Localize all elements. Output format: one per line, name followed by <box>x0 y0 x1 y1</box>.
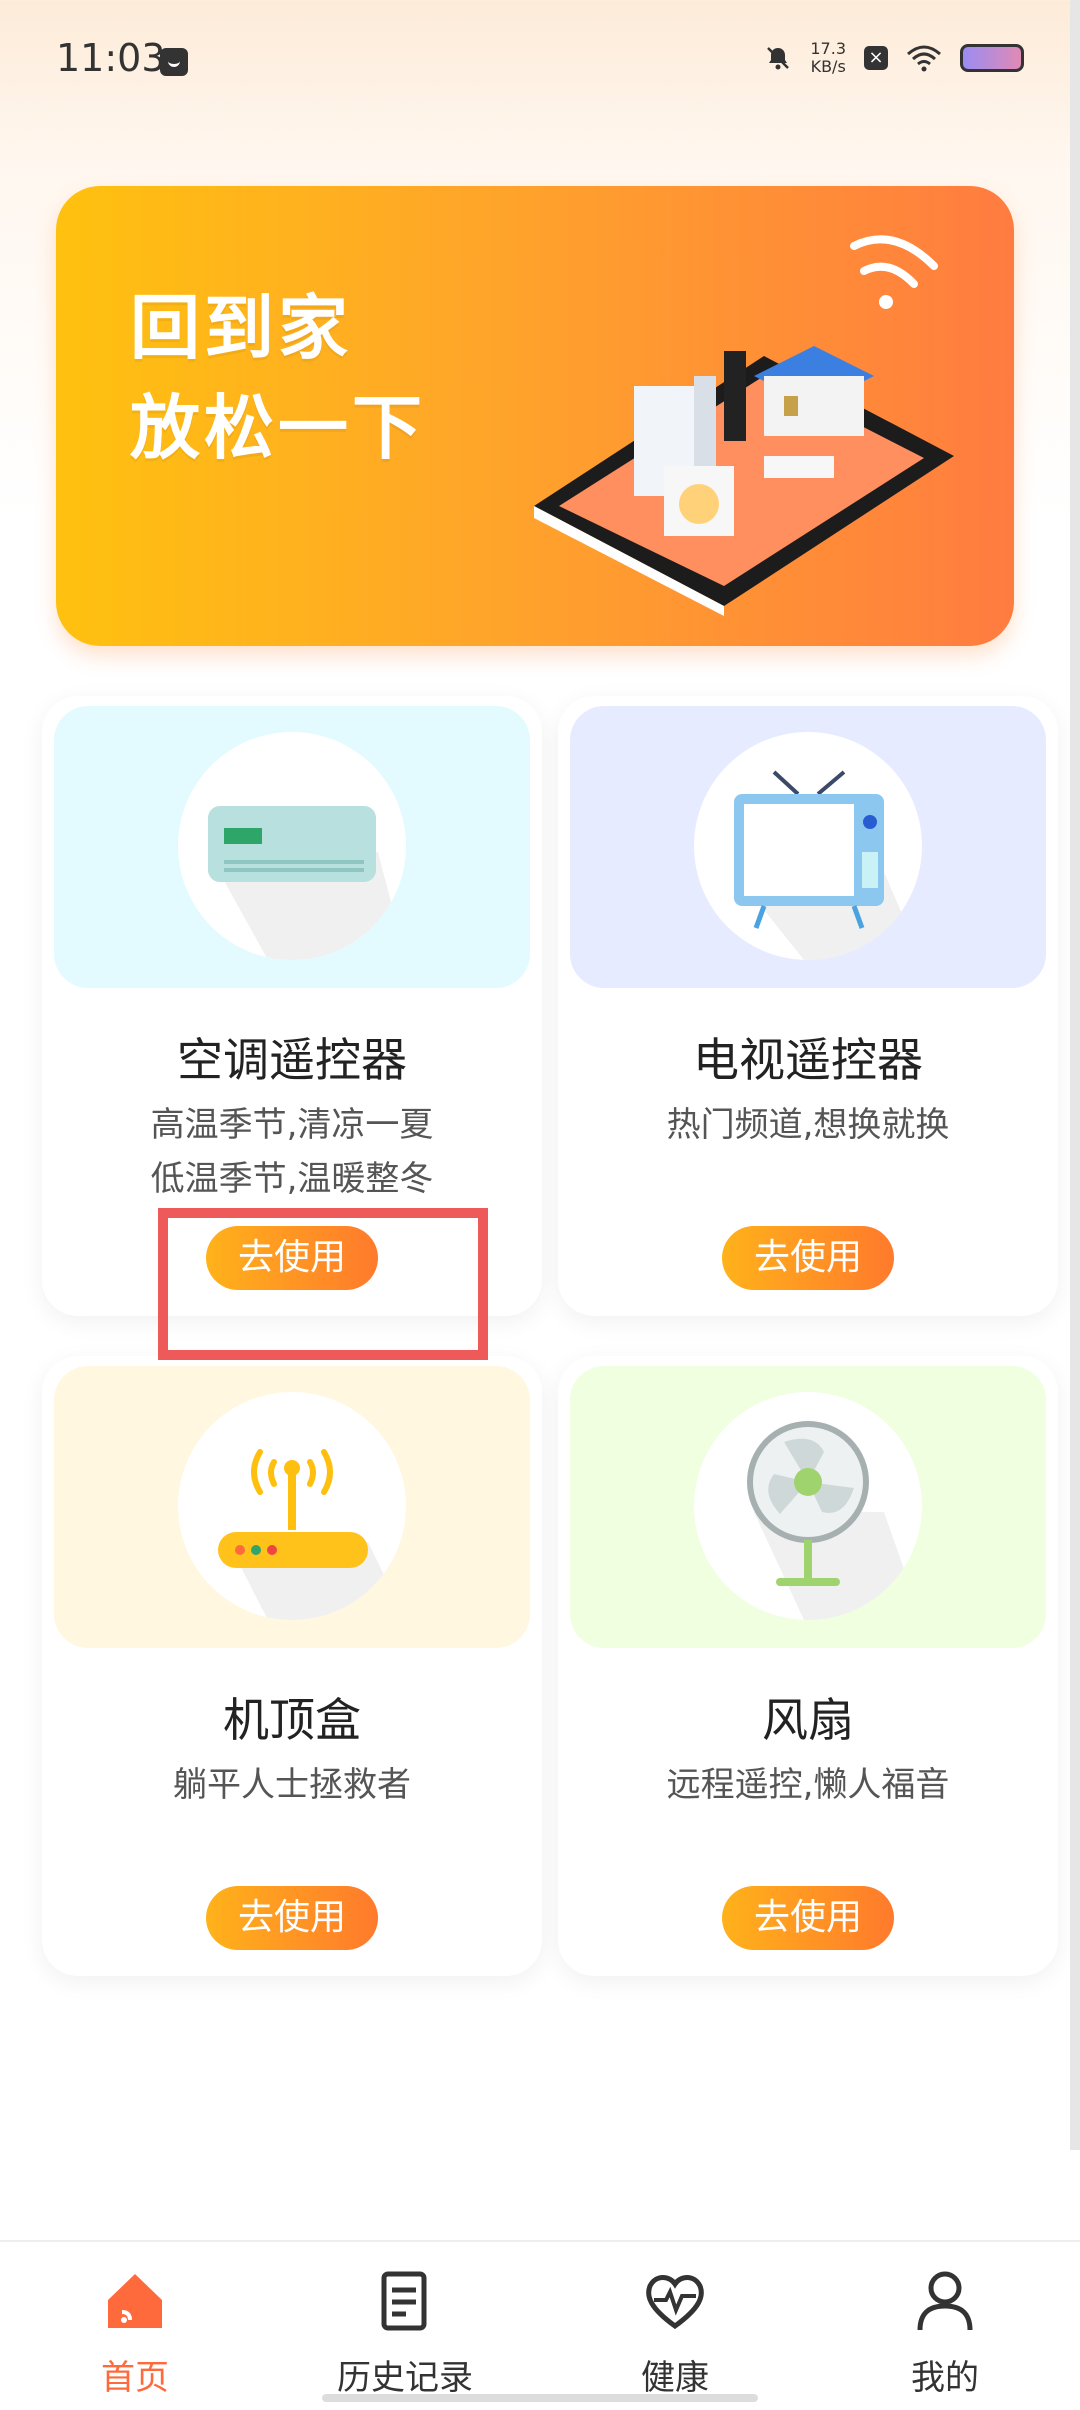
card-tv[interactable]: 电视遥控器 热门频道,想换就换 去使用 <box>558 696 1058 1316</box>
history-icon <box>381 2271 427 2331</box>
highlight-box <box>158 1208 488 1360</box>
card-title: 机顶盒 <box>223 1693 361 1747</box>
card-description: 远程遥控,懒人福音 <box>558 1758 1058 1812</box>
tv-icon <box>734 770 922 960</box>
illustration-circle <box>178 732 406 960</box>
illustration-circle <box>178 1392 406 1620</box>
card-desc-line1: 躺平人士拯救者 <box>173 1765 411 1805</box>
banner-title-line2: 放松一下 <box>130 387 426 469</box>
nav-label-history: 历史记录 <box>337 2358 473 2398</box>
sim-off-icon: × <box>864 46 888 70</box>
bottom-navigation: 首页 历史记录 健康 我的 <box>0 2240 1080 2410</box>
status-time: 11:03 <box>56 36 166 80</box>
system-icons: 17.3 KB/s × <box>764 40 1024 76</box>
nav-item-health[interactable]: 健康 <box>575 2266 775 2399</box>
use-button[interactable]: 去使用 <box>722 1886 894 1950</box>
nav-item-profile[interactable]: 我的 <box>845 2266 1045 2399</box>
nav-label-health: 健康 <box>641 2358 709 2398</box>
use-button[interactable]: 去使用 <box>206 1886 378 1950</box>
air-conditioner-icon <box>208 806 406 960</box>
wifi-icon <box>907 45 941 72</box>
nav-label-home: 首页 <box>101 2358 169 2398</box>
nav-label-profile: 我的 <box>911 2358 979 2398</box>
status-bar: 11:03 17.3 KB/s × <box>0 0 1080 126</box>
card-desc-line1: 高温季节,清凉一夏 <box>150 1105 434 1145</box>
health-icon <box>646 2275 704 2330</box>
card-desc-line2: 低温季节,温暖整冬 <box>150 1159 434 1199</box>
card-description: 热门频道,想换就换 <box>558 1098 1058 1152</box>
scrollbar[interactable] <box>1070 0 1080 2150</box>
smart-home-illustration <box>534 235 954 616</box>
card-set-top-box[interactable]: 机顶盒 躺平人士拯救者 去使用 <box>42 1356 542 1976</box>
card-desc-line1: 远程遥控,懒人福音 <box>666 1765 950 1805</box>
illustration-circle <box>694 732 922 960</box>
mute-bell-icon <box>767 47 790 70</box>
profile-icon <box>917 2271 973 2331</box>
card-desc-line1: 热门频道,想换就换 <box>666 1105 950 1145</box>
network-speed: 17.3 KB/s <box>810 40 846 76</box>
card-description: 高温季节,清凉一夏 低温季节,温暖整冬 <box>42 1098 542 1206</box>
message-icon <box>160 48 188 76</box>
illustration-circle <box>694 1392 922 1620</box>
card-title: 空调遥控器 <box>177 1033 407 1087</box>
card-illustration-bg <box>54 706 530 988</box>
use-button[interactable]: 去使用 <box>722 1226 894 1290</box>
network-speed-value: 17.3 <box>810 39 846 58</box>
nav-item-history[interactable]: 历史记录 <box>305 2266 505 2399</box>
card-illustration-bg <box>54 1366 530 1648</box>
card-description: 躺平人士拯救者 <box>42 1758 542 1812</box>
home-icon <box>108 2274 162 2328</box>
card-illustration-bg <box>570 1366 1046 1648</box>
network-speed-unit: KB/s <box>810 57 846 76</box>
fan-icon <box>747 1421 922 1620</box>
nav-item-home[interactable]: 首页 <box>35 2266 235 2399</box>
home-indicator[interactable] <box>322 2394 758 2402</box>
card-title: 电视遥控器 <box>693 1033 923 1087</box>
card-illustration-bg <box>570 706 1046 988</box>
battery-icon <box>960 44 1024 72</box>
card-fan[interactable]: 风扇 远程遥控,懒人福音 去使用 <box>558 1356 1058 1976</box>
banner-title-line1: 回到家 <box>130 287 352 369</box>
promo-banner[interactable]: 回到家 放松一下 <box>56 186 1014 646</box>
card-title: 风扇 <box>762 1693 854 1747</box>
set-top-box-icon <box>218 1449 406 1620</box>
